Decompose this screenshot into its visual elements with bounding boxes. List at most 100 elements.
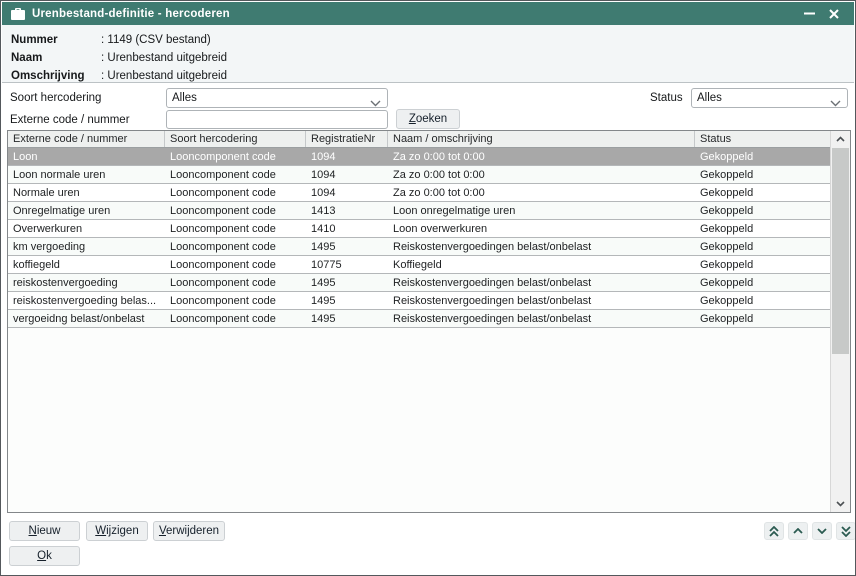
cell-registratienr: 1094 <box>306 184 388 201</box>
cell-soort: Looncomponent code <box>165 166 306 183</box>
table-row[interactable]: Onregelmatige uren Looncomponent code 14… <box>8 202 830 220</box>
column-header-naam[interactable]: Naam / omschrijving <box>388 131 695 147</box>
colon: : <box>101 34 104 46</box>
zoeken-button[interactable]: Zoeken <box>396 109 460 129</box>
table-row[interactable]: Normale uren Looncomponent code 1094 Za … <box>8 184 830 202</box>
nieuw-button[interactable]: Nieuw <box>9 521 80 541</box>
cell-status: Gekoppeld <box>695 184 830 201</box>
externe-code-input[interactable] <box>166 110 388 129</box>
table-row[interactable]: km vergoeding Looncomponent code 1495 Re… <box>8 238 830 256</box>
omschrijving-value: Urenbestand uitgebreid <box>107 70 227 82</box>
double-chevron-down-icon <box>841 526 851 537</box>
cell-status: Gekoppeld <box>695 274 830 291</box>
wijzigen-button[interactable]: Wijzigen <box>86 521 148 541</box>
table-row[interactable]: Loon normale uren Looncomponent code 109… <box>8 166 830 184</box>
naam-label: Naam <box>11 49 101 67</box>
cell-naam: Za zo 0:00 tot 0:00 <box>388 184 695 201</box>
cell-externe-code: koffiegeld <box>8 256 165 273</box>
info-row-naam: Naam: Urenbestand uitgebreid <box>11 49 854 67</box>
minimize-icon[interactable] <box>798 4 820 24</box>
cell-naam: Za zo 0:00 tot 0:00 <box>388 166 695 183</box>
cell-naam: Reiskostenvergoedingen belast/onbelast <box>388 310 695 327</box>
verwijderen-button[interactable]: Verwijderen <box>153 521 225 541</box>
table-row[interactable]: reiskostenvergoeding belas... Looncompon… <box>8 292 830 310</box>
column-header-externe-code[interactable]: Externe code / nummer <box>8 131 165 147</box>
cell-externe-code: km vergoeding <box>8 238 165 255</box>
cell-externe-code: reiskostenvergoeding <box>8 274 165 291</box>
scroll-to-first-button[interactable] <box>764 522 784 540</box>
cell-soort: Looncomponent code <box>165 238 306 255</box>
scrollbar-thumb[interactable] <box>832 148 849 354</box>
table-row[interactable]: Loon Looncomponent code 1094 Za zo 0:00 … <box>8 148 830 166</box>
scroll-next-button[interactable] <box>812 522 832 540</box>
cell-naam: Loon onregelmatige uren <box>388 202 695 219</box>
cell-soort: Looncomponent code <box>165 310 306 327</box>
status-value: Alles <box>697 92 722 104</box>
status-select[interactable]: Alles <box>691 88 848 108</box>
chevron-down-icon <box>817 528 827 534</box>
dialog-window: Urenbestand-definitie - hercoderen Numme… <box>0 0 856 576</box>
cell-soort: Looncomponent code <box>165 202 306 219</box>
title-bar: Urenbestand-definitie - hercoderen <box>2 2 854 25</box>
cell-naam: Reiskostenvergoedingen belast/onbelast <box>388 292 695 309</box>
colon: : <box>101 70 104 82</box>
record-info-panel: Nummer: 1149 (CSV bestand) Naam: Urenbes… <box>2 25 854 83</box>
table-row[interactable]: vergoeidng belast/onbelast Looncomponent… <box>8 310 830 328</box>
window-title: Urenbestand-definitie - hercoderen <box>32 8 230 20</box>
cell-status: Gekoppeld <box>695 220 830 237</box>
cell-status: Gekoppeld <box>695 256 830 273</box>
table-row[interactable]: koffiegeld Looncomponent code 10775 Koff… <box>8 256 830 274</box>
ok-button[interactable]: Ok <box>9 546 80 566</box>
briefcase-icon <box>11 8 25 20</box>
table-header-row: Externe code / nummer Soort hercodering … <box>8 131 830 148</box>
colon: : <box>101 52 104 64</box>
cell-status: Gekoppeld <box>695 238 830 255</box>
scroll-prev-button[interactable] <box>788 522 808 540</box>
close-icon[interactable] <box>823 4 845 24</box>
table-body: Loon Looncomponent code 1094 Za zo 0:00 … <box>8 148 830 328</box>
scrollbar-up-icon[interactable] <box>831 131 850 147</box>
cell-registratienr: 1495 <box>306 274 388 291</box>
status-label: Status <box>650 92 683 104</box>
cell-registratienr: 1495 <box>306 310 388 327</box>
cell-registratienr: 1495 <box>306 238 388 255</box>
cell-externe-code: vergoeidng belast/onbelast <box>8 310 165 327</box>
column-header-registratienr[interactable]: RegistratieNr <box>306 131 388 147</box>
naam-value: Urenbestand uitgebreid <box>107 52 227 64</box>
cell-status: Gekoppeld <box>695 202 830 219</box>
table-row[interactable]: Overwerkuren Looncomponent code 1410 Loo… <box>8 220 830 238</box>
cell-externe-code: reiskostenvergoeding belas... <box>8 292 165 309</box>
cell-soort: Looncomponent code <box>165 256 306 273</box>
chevron-down-icon <box>830 95 841 113</box>
column-header-soort[interactable]: Soort hercodering <box>165 131 306 147</box>
cell-status: Gekoppeld <box>695 310 830 327</box>
cell-soort: Looncomponent code <box>165 220 306 237</box>
cell-externe-code: Loon <box>8 148 165 165</box>
externe-code-label: Externe code / nummer <box>10 114 130 126</box>
cell-status: Gekoppeld <box>695 166 830 183</box>
cell-naam: Reiskostenvergoedingen belast/onbelast <box>388 274 695 291</box>
scrollbar-down-icon[interactable] <box>831 496 850 512</box>
nummer-label: Nummer <box>11 31 101 49</box>
filter-bar: Soort hercodering Alles Status Alles Ext… <box>2 83 854 130</box>
cell-registratienr: 1413 <box>306 202 388 219</box>
cell-soort: Looncomponent code <box>165 292 306 309</box>
cell-externe-code: Loon normale uren <box>8 166 165 183</box>
table-row[interactable]: reiskostenvergoeding Looncomponent code … <box>8 274 830 292</box>
cell-naam: Reiskostenvergoedingen belast/onbelast <box>388 238 695 255</box>
cell-naam: Za zo 0:00 tot 0:00 <box>388 148 695 165</box>
chevron-up-icon <box>793 528 803 534</box>
vertical-scrollbar[interactable] <box>830 131 850 512</box>
cell-externe-code: Normale uren <box>8 184 165 201</box>
scroll-to-last-button[interactable] <box>836 522 856 540</box>
cell-naam: Koffiegeld <box>388 256 695 273</box>
soort-hercodering-select[interactable]: Alles <box>166 88 388 108</box>
info-row-nummer: Nummer: 1149 (CSV bestand) <box>11 31 854 49</box>
cell-externe-code: Onregelmatige uren <box>8 202 165 219</box>
cell-naam: Loon overwerkuren <box>388 220 695 237</box>
cell-status: Gekoppeld <box>695 292 830 309</box>
nummer-value: 1149 (CSV bestand) <box>107 34 210 46</box>
hercodering-table: Externe code / nummer Soort hercodering … <box>7 130 851 513</box>
cell-soort: Looncomponent code <box>165 274 306 291</box>
column-header-status[interactable]: Status <box>695 131 830 147</box>
